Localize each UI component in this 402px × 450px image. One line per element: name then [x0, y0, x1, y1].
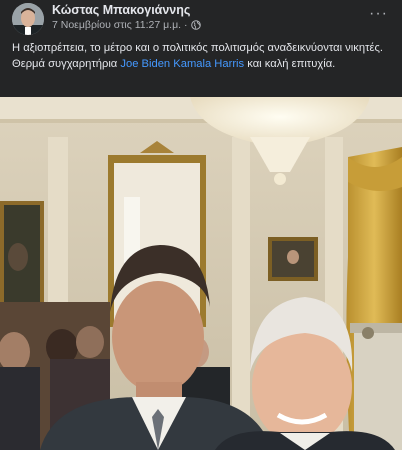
post-text: Η αξιοπρέπεια, το μέτρο και ο πολιτικός … [12, 40, 394, 72]
post-meta: 7 Νοεμβρίου στις 11:27 μ.μ. · [52, 19, 201, 31]
tag-kamala-harris[interactable]: Kamala Harris [173, 58, 244, 70]
avatar-photo [12, 3, 44, 35]
photo-scene [0, 97, 402, 450]
post-text-end: και καλή επιτυχία. [244, 58, 336, 70]
author-name[interactable]: Κώστας Μπακογιάννης [52, 3, 190, 17]
post-photo[interactable] [0, 97, 402, 450]
author-avatar[interactable] [12, 3, 44, 35]
more-options-icon[interactable]: ··· [369, 6, 388, 22]
tag-joe-biden[interactable]: Joe Biden [120, 58, 170, 70]
globe-icon [190, 20, 201, 30]
post-timestamp[interactable]: 7 Νοεμβρίου στις 11:27 μ.μ. [52, 19, 181, 31]
post-header: Κώστας Μπακογιάννης 7 Νοεμβρίου στις 11:… [0, 0, 402, 38]
meta-separator: · [184, 19, 188, 31]
